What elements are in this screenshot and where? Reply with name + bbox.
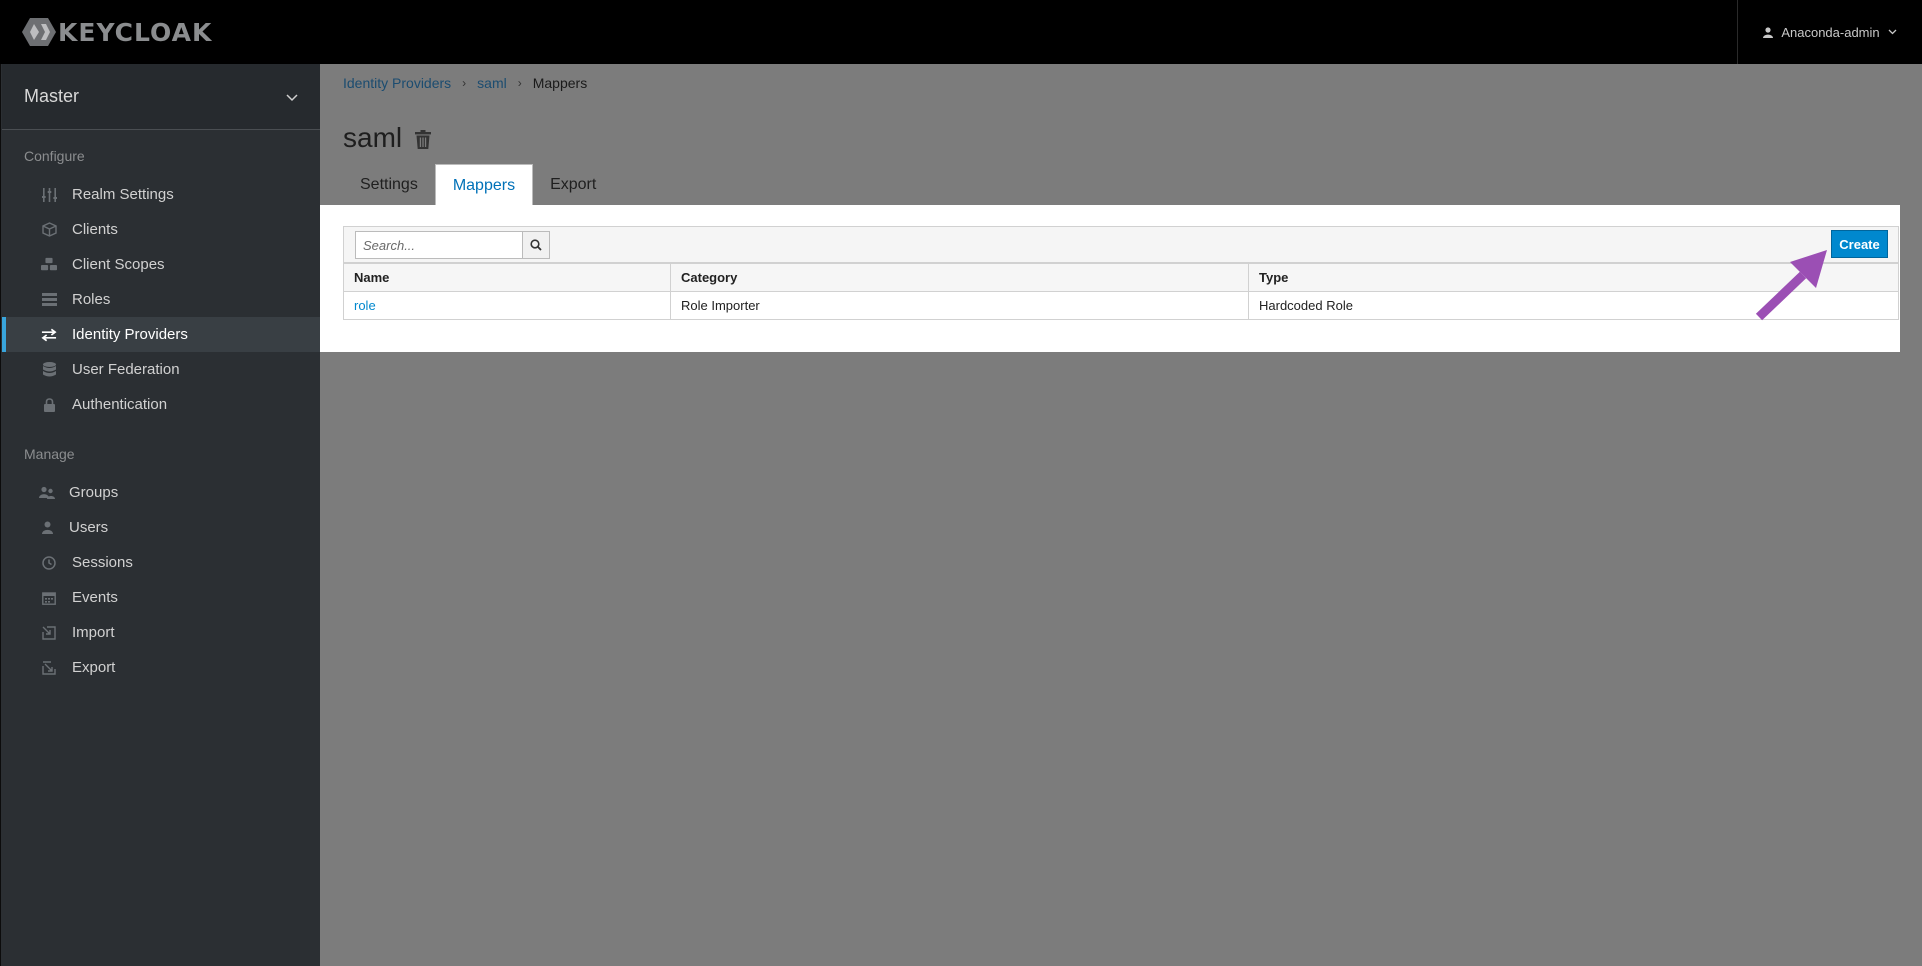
- breadcrumb-separator: ›: [517, 76, 522, 90]
- logo-text: KEYCLOAK: [58, 17, 213, 47]
- sidebar-item-label: User Federation: [72, 361, 180, 378]
- cube-icon: [41, 222, 57, 237]
- sidebar-item-label: Identity Providers: [72, 326, 188, 343]
- mappers-table: Name Category Type role Role Importer Ha…: [343, 263, 1899, 320]
- export-icon: [41, 660, 57, 675]
- user-name: Anaconda-admin: [1781, 24, 1880, 40]
- sidebar-item-label: Groups: [69, 484, 119, 501]
- keycloak-logo-icon: [22, 18, 56, 46]
- search-button[interactable]: [523, 231, 550, 259]
- exchange-icon: [41, 327, 57, 342]
- sidebar-item-realm-settings[interactable]: Realm Settings: [2, 177, 320, 212]
- database-icon: [41, 362, 57, 377]
- table-row: role Role Importer Hardcoded Role: [343, 291, 1899, 320]
- user-icon: [1763, 26, 1774, 38]
- sidebar-item-authentication[interactable]: Authentication: [2, 387, 320, 422]
- list-icon: [41, 292, 57, 307]
- breadcrumb-link-identity-providers[interactable]: Identity Providers: [343, 75, 451, 91]
- calendar-icon: [41, 590, 57, 605]
- annotation-arrow: [1755, 247, 1831, 327]
- chevron-down-icon: [1888, 29, 1897, 35]
- create-button[interactable]: Create: [1831, 230, 1888, 258]
- breadcrumb-link-saml[interactable]: saml: [477, 75, 507, 91]
- sidebar-item-client-scopes[interactable]: Client Scopes: [2, 247, 320, 282]
- sidebar-item-label: Users: [69, 519, 109, 536]
- sidebar-item-label: Export: [72, 659, 116, 676]
- column-header-category[interactable]: Category: [670, 263, 1249, 292]
- cell-name: role: [343, 291, 671, 320]
- sliders-icon: [41, 187, 57, 202]
- sidebar-item-label: Clients: [72, 221, 118, 238]
- sidebar-item-clients[interactable]: Clients: [2, 212, 320, 247]
- sidebar-item-label: Realm Settings: [72, 186, 174, 203]
- search-input[interactable]: [355, 231, 523, 259]
- sidebar-item-users[interactable]: Users: [2, 510, 320, 545]
- search-icon: [530, 239, 542, 251]
- users-icon: [39, 485, 55, 500]
- main-content: Identity Providers › saml › Mappers saml…: [320, 64, 1922, 966]
- lock-icon: [41, 397, 57, 412]
- breadcrumb-current: Mappers: [532, 75, 588, 91]
- cubes-icon: [41, 257, 57, 272]
- breadcrumb: Identity Providers › saml › Mappers: [343, 75, 587, 91]
- trash-icon[interactable]: [415, 130, 431, 154]
- sidebar-item-label: Import: [72, 624, 115, 641]
- sidebar-item-export[interactable]: Export: [2, 650, 320, 685]
- sidebar-item-label: Authentication: [72, 396, 168, 413]
- mapper-link-role[interactable]: role: [354, 298, 376, 313]
- tab-export[interactable]: Export: [533, 164, 613, 206]
- sidebar-item-label: Sessions: [72, 554, 133, 571]
- manage-section-label: Manage: [24, 446, 75, 462]
- mappers-panel: Create Name Category Type role Role Impo…: [320, 205, 1900, 352]
- import-icon: [41, 625, 57, 640]
- configure-section-label: Configure: [24, 148, 85, 164]
- tabs: Settings Mappers Export: [343, 164, 613, 206]
- top-bar: KEYCLOAK Anaconda-admin: [0, 0, 1922, 64]
- user-menu[interactable]: Anaconda-admin: [1737, 0, 1922, 64]
- realm-name: Master: [24, 86, 80, 106]
- sidebar: Master Configure Realm Settings Clients …: [0, 64, 320, 966]
- sidebar-item-identity-providers[interactable]: Identity Providers: [2, 317, 320, 352]
- realm-selector[interactable]: Master: [2, 64, 320, 130]
- sidebar-item-user-federation[interactable]: User Federation: [2, 352, 320, 387]
- sidebar-item-roles[interactable]: Roles: [2, 282, 320, 317]
- sidebar-item-sessions[interactable]: Sessions: [2, 545, 320, 580]
- search-group: [355, 231, 550, 259]
- sidebar-item-label: Client Scopes: [72, 256, 165, 273]
- sidebar-item-import[interactable]: Import: [2, 615, 320, 650]
- user-icon: [39, 520, 55, 535]
- chevron-down-icon: [286, 94, 298, 102]
- breadcrumb-separator: ›: [462, 76, 467, 90]
- sidebar-item-label: Roles: [72, 291, 111, 308]
- column-header-name[interactable]: Name: [343, 263, 671, 292]
- sidebar-item-events[interactable]: Events: [2, 580, 320, 615]
- cell-category: Role Importer: [670, 291, 1249, 320]
- sidebar-item-label: Events: [72, 589, 118, 606]
- table-header-row: Name Category Type: [343, 263, 1899, 292]
- sidebar-item-groups[interactable]: Groups: [2, 475, 320, 510]
- table-toolbar: Create: [343, 226, 1899, 263]
- tab-settings[interactable]: Settings: [343, 164, 435, 206]
- tab-mappers[interactable]: Mappers: [434, 164, 534, 206]
- keycloak-logo[interactable]: KEYCLOAK: [22, 16, 212, 48]
- clock-icon: [41, 555, 57, 570]
- page-title: saml: [343, 122, 403, 153]
